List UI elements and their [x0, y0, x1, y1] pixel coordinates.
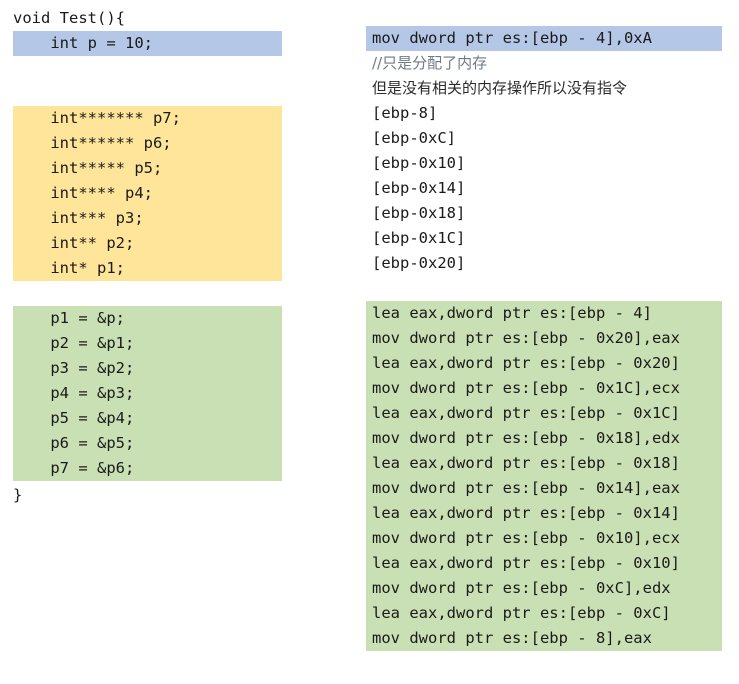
assignment-p2: p2 = &p1; — [13, 334, 135, 352]
function-signature-block: void Test(){ — [0, 0, 360, 31]
comment-allocation-note: //只是分配了内存 — [372, 54, 488, 72]
stack-slot-ebp-0x14: [ebp-0x14] — [372, 179, 466, 197]
stack-slot-ebp-0x20: [ebp-0x20] — [372, 254, 466, 272]
asm-line-1: lea eax,dword ptr es:[ebp - 4] — [372, 304, 652, 322]
asm-line-13: lea eax,dword ptr es:[ebp - 0xC] — [372, 604, 671, 622]
asm-line-4: mov dword ptr es:[ebp - 0x1C],ecx — [372, 379, 680, 397]
asm-line-5: lea eax,dword ptr es:[ebp - 0x1C] — [372, 404, 680, 422]
comment-no-instruction-note: 但是没有相关的内存操作所以没有指令 — [372, 79, 628, 97]
assembly-listing-block: lea eax,dword ptr es:[ebp - 4] mov dword… — [366, 301, 722, 651]
instruction-mov-ebp-4: mov dword ptr es:[ebp - 4],0xA — [372, 29, 652, 47]
spacer-before-pointers — [0, 81, 360, 106]
pointer-declaration-p1: int* p1; — [13, 259, 125, 277]
asm-line-10: mov dword ptr es:[ebp - 0x10],ecx — [372, 529, 680, 547]
pointer-declaration-p7: int******* p7; — [13, 109, 181, 127]
asm-line-9: lea eax,dword ptr es:[ebp - 0x14] — [372, 504, 680, 522]
stack-slot-ebp-8: [ebp-8] — [372, 104, 438, 122]
stack-slot-ebp-0x1C: [ebp-0x1C] — [372, 229, 466, 247]
asm-line-14: mov dword ptr es:[ebp - 8],eax — [372, 629, 652, 647]
assignment-p7: p7 = &p6; — [13, 459, 135, 477]
spacer-after-declaration — [0, 56, 360, 81]
assignment-p4: p4 = &p3; — [13, 384, 135, 402]
asm-line-7: lea eax,dword ptr es:[ebp - 0x18] — [372, 454, 680, 472]
pointer-assignments-block: p1 = &p; p2 = &p1; p3 = &p2; p4 = &p3; p… — [13, 306, 282, 481]
assignment-p5: p5 = &p4; — [13, 409, 135, 427]
closing-brace-block: } — [0, 481, 360, 508]
pointer-declaration-p6: int****** p6; — [13, 134, 172, 152]
pointer-declaration-p2: int** p2; — [13, 234, 135, 252]
source-code-pane: void Test(){ int p = 10; int******* p7; … — [0, 0, 360, 684]
pointer-declarations-block: int******* p7; int****** p6; int***** p5… — [13, 106, 282, 281]
asm-line-8: mov dword ptr es:[ebp - 0x14],eax — [372, 479, 680, 497]
closing-brace: } — [13, 486, 23, 504]
pointer-declaration-p3: int*** p3; — [13, 209, 144, 227]
spacer-before-assembly — [360, 276, 739, 301]
spacer-top-right — [360, 0, 739, 26]
function-signature: void Test(){ — [13, 9, 125, 27]
assignment-p6: p6 = &p5; — [13, 434, 135, 452]
assignment-p1: p1 = &p; — [13, 309, 125, 327]
stack-slot-ebp-0x10: [ebp-0x10] — [372, 154, 466, 172]
assignment-p3: p3 = &p2; — [13, 359, 135, 377]
annotation-block: //只是分配了内存 但是没有相关的内存操作所以没有指令 — [366, 51, 722, 101]
asm-line-11: lea eax,dword ptr es:[ebp - 0x10] — [372, 554, 680, 572]
declaration-int-p: int p = 10; — [13, 34, 153, 52]
asm-line-6: mov dword ptr es:[ebp - 0x18],edx — [372, 429, 680, 447]
pointer-declaration-p4: int**** p4; — [13, 184, 153, 202]
disassembly-pane: mov dword ptr es:[ebp - 4],0xA //只是分配了内存… — [360, 0, 739, 684]
asm-line-12: mov dword ptr es:[ebp - 0xC],edx — [372, 579, 671, 597]
pointer-declaration-p5: int***** p5; — [13, 159, 163, 177]
spacer-before-assignments — [0, 281, 360, 306]
asm-line-2: mov dword ptr es:[ebp - 0x20],eax — [372, 329, 680, 347]
highlighted-declaration-block: int p = 10; — [13, 31, 282, 56]
stack-slot-ebp-0x18: [ebp-0x18] — [372, 204, 466, 222]
stack-slot-ebp-0xC: [ebp-0xC] — [372, 129, 456, 147]
asm-line-3: lea eax,dword ptr es:[ebp - 0x20] — [372, 354, 680, 372]
highlighted-instruction-block: mov dword ptr es:[ebp - 4],0xA — [366, 26, 722, 51]
stack-slot-list: [ebp-8] [ebp-0xC] [ebp-0x10] [ebp-0x14] … — [366, 101, 722, 276]
